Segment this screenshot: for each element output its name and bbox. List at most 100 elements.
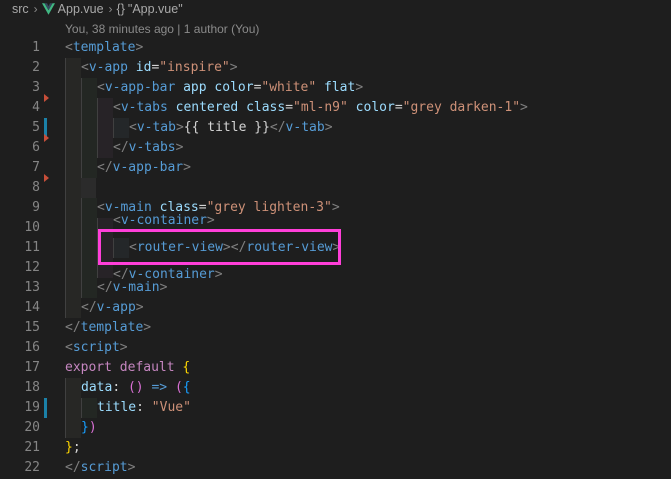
indent-guide	[81, 138, 97, 158]
code-line: 6 </v-tabs>	[0, 134, 671, 158]
indent-guide	[81, 78, 97, 98]
indent-guide	[113, 118, 129, 138]
breadcrumb-symbol[interactable]: "App.vue"	[128, 2, 183, 16]
code-text: data: () => ({	[81, 380, 191, 395]
vue-logo-icon	[41, 3, 55, 15]
indent-guide	[65, 218, 81, 238]
indent-guide	[81, 158, 97, 178]
indent-guide	[81, 98, 97, 118]
line-number: 6	[32, 140, 40, 155]
git-deleted-marker[interactable]	[44, 134, 49, 142]
code-text: </v-app>	[81, 300, 144, 315]
line-number: 15	[24, 320, 40, 335]
indent-guide	[65, 178, 81, 198]
code-line: 4 <v-tabs centered class="ml-n9" color="…	[0, 94, 671, 118]
indent-guide	[81, 398, 97, 418]
indent-guide	[81, 258, 97, 278]
indent-guide	[97, 138, 113, 158]
indent-guide	[65, 298, 81, 318]
highlight-annotation-box	[98, 229, 341, 265]
indent-guide	[65, 58, 81, 78]
indent-guide	[65, 278, 81, 298]
code-text: </v-tabs>	[113, 140, 184, 155]
code-text: };	[65, 440, 81, 455]
code-line: 3 <v-app-bar app color="white" flat>	[0, 78, 671, 98]
code-line: 20 })	[0, 418, 671, 438]
code-line: 14 </v-app>	[0, 298, 671, 318]
indent-guide	[81, 178, 96, 198]
code-line: 9 <v-main class="grey lighten-3">	[0, 198, 671, 218]
code-line: 18 data: () => ({	[0, 378, 671, 398]
codelens-blame[interactable]: You, 38 minutes ago | 1 author (You)	[65, 22, 259, 36]
line-number: 4	[32, 100, 40, 115]
line-number: 16	[24, 340, 40, 355]
code-text: })	[81, 420, 97, 435]
line-number: 8	[32, 180, 40, 195]
code-text: </v-app-bar>	[97, 160, 191, 175]
line-number: 13	[24, 280, 40, 295]
indent-guide	[65, 378, 81, 398]
code-line: 2 <v-app id="inspire">	[0, 58, 671, 78]
chevron-right-icon: ›	[33, 2, 38, 16]
breadcrumb-folder[interactable]: src	[12, 2, 29, 16]
line-number: 11	[24, 240, 40, 255]
code-line: 17 export default {	[0, 358, 671, 378]
chevron-right-icon: ›	[108, 2, 113, 16]
indent-guide	[97, 98, 113, 118]
symbol-braces-icon: {}	[116, 2, 125, 16]
indent-guide	[81, 118, 97, 138]
code-line: 21 };	[0, 438, 671, 458]
indent-guide	[65, 98, 81, 118]
line-number: 7	[32, 160, 40, 175]
line-number: 12	[24, 260, 40, 275]
line-number: 20	[24, 420, 40, 435]
git-deleted-marker[interactable]	[44, 174, 49, 182]
code-text: export default {	[65, 360, 191, 375]
indent-guide	[65, 118, 81, 138]
line-number: 21	[24, 440, 40, 455]
code-text: <v-tabs centered class="ml-n9" color="gr…	[113, 100, 528, 115]
git-deleted-marker[interactable]	[44, 94, 49, 102]
code-text: <v-container>	[113, 213, 215, 228]
indent-guide	[65, 158, 81, 178]
indent-guide	[65, 398, 81, 418]
code-line: 8	[0, 174, 671, 198]
indent-guide	[97, 118, 113, 138]
line-number: 18	[24, 380, 40, 395]
code-text: <v-app id="inspire">	[81, 60, 238, 75]
indent-guide	[81, 218, 97, 238]
code-text: <script>	[65, 340, 128, 355]
code-text: </v-main>	[97, 280, 168, 295]
code-line: 5 <v-tab>{{ title }}</v-tab>	[0, 118, 671, 138]
code-text: <v-app-bar app color="white" flat>	[97, 80, 364, 95]
code-line: 16 <script>	[0, 338, 671, 358]
line-number: 1	[32, 40, 40, 55]
code-text: </template>	[65, 320, 152, 335]
line-number: 2	[32, 60, 40, 75]
line-number: 5	[32, 120, 40, 135]
indent-guide	[65, 78, 81, 98]
line-number: 10	[24, 220, 40, 235]
code-line: 13 </v-main>	[0, 278, 671, 298]
line-number: 17	[24, 360, 40, 375]
line-number: 19	[24, 400, 40, 415]
indent-guide	[65, 418, 81, 438]
line-number: 22	[24, 460, 40, 475]
indent-guide	[65, 238, 81, 258]
line-number: 14	[24, 300, 40, 315]
code-line: 1 <template>	[0, 38, 671, 58]
code-line: 19 title: "Vue"	[0, 398, 671, 418]
code-line: 22 </script>	[0, 458, 671, 478]
breadcrumb: src › App.vue › {} "App.vue"	[0, 0, 671, 18]
code-text: </script>	[65, 460, 136, 475]
indent-guide	[65, 258, 81, 278]
git-modified-marker[interactable]	[44, 398, 47, 418]
code-text: <v-tab>{{ title }}</v-tab>	[129, 120, 333, 135]
code-line: 7 </v-app-bar>	[0, 158, 671, 178]
code-text: <template>	[65, 40, 144, 55]
indent-guide	[81, 278, 97, 298]
indent-guide	[65, 198, 81, 218]
line-number: 9	[32, 200, 40, 215]
breadcrumb-file[interactable]: App.vue	[58, 2, 104, 16]
code-text: title: "Vue"	[97, 400, 191, 415]
